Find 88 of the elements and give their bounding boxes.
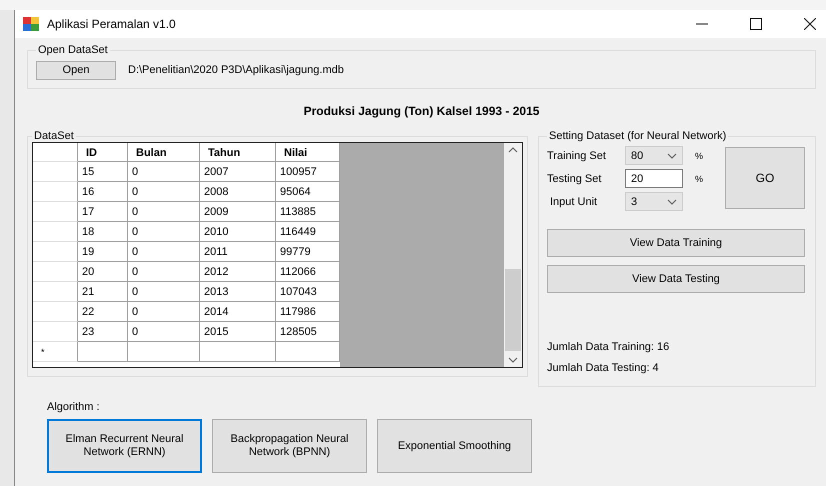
text-field[interactable]: 20 (624, 169, 683, 188)
dropdown[interactable]: 80 (624, 146, 683, 165)
table-cell: 2015 (200, 322, 276, 342)
table-cell: 15 (78, 162, 128, 182)
row-header[interactable] (33, 202, 78, 222)
table-cell: 112066 (276, 262, 340, 282)
table-cell: 2011 (200, 242, 276, 262)
table-cell: 2013 (200, 282, 276, 302)
row-header[interactable] (33, 322, 78, 342)
table-cell: 2009 (200, 202, 276, 222)
table-cell: 2014 (200, 302, 276, 322)
table-cell: 0 (128, 182, 200, 202)
window-title: Aplikasi Peramalan v1.0 (47, 17, 176, 31)
table-cell: 23 (78, 322, 128, 342)
table-cell: 2012 (200, 262, 276, 282)
view-data-button[interactable]: View Data Training (546, 229, 805, 257)
table-cell: 19 (78, 242, 128, 262)
group-title: Open DataSet (37, 44, 109, 56)
row-header[interactable] (33, 222, 78, 242)
table-cell: 107043 (276, 282, 340, 302)
table-cell: 22 (78, 302, 128, 322)
scroll-up-icon[interactable] (508, 147, 518, 153)
row-header[interactable] (33, 182, 78, 202)
row-header[interactable] (33, 302, 78, 322)
table-cell: 99779 (276, 242, 340, 262)
algorithm-button[interactable]: Elman Recurrent Neural Network (ERNN) (47, 419, 202, 473)
table-cell: 0 (128, 302, 200, 322)
count-label: Jumlah Data Training: 16 (546, 341, 670, 353)
table-cell: 2008 (200, 182, 276, 202)
field-label: Training Set (546, 150, 607, 162)
open-button[interactable]: Open (36, 60, 116, 80)
row-header[interactable] (33, 242, 78, 262)
chevron-down-icon (666, 152, 677, 158)
table-cell: 0 (128, 262, 200, 282)
dropdown[interactable]: 3 (624, 192, 683, 211)
percent-label: % (694, 150, 703, 160)
close-icon[interactable] (804, 18, 816, 30)
go-button[interactable]: GO (725, 147, 805, 209)
field-label: Input Unit (548, 196, 598, 208)
view-data-button[interactable]: View Data Testing (546, 265, 805, 293)
table-cell: 113885 (276, 202, 340, 222)
row-header[interactable]: * (33, 342, 78, 362)
count-label: Jumlah Data Testing: 4 (546, 362, 660, 374)
column-header[interactable]: Nilai (276, 143, 340, 162)
table-cell: 116449 (276, 222, 340, 242)
table-cell: 16 (78, 182, 128, 202)
algorithm-label: Algorithm : (47, 401, 101, 413)
column-header[interactable]: Bulan (128, 143, 200, 162)
file-path: D:\Penelitian\2020 P3D\Aplikasi\jagung.mdb (128, 64, 344, 76)
scroll-down-icon[interactable] (508, 357, 518, 363)
table-cell: 18 (78, 222, 128, 242)
scrollbar[interactable] (504, 143, 522, 367)
app-icon (23, 17, 39, 31)
algorithm-button[interactable]: Backpropagation Neural Network (BPNN) (212, 419, 367, 473)
maximize-icon[interactable] (750, 18, 762, 30)
table-cell: 0 (128, 242, 200, 262)
dataset-heading: Produksi Jagung (Ton) Kalsel 1993 - 2015 (304, 104, 540, 118)
table-cell[interactable] (128, 342, 200, 362)
row-header[interactable] (33, 262, 78, 282)
column-header[interactable]: ID (78, 143, 128, 162)
group-title: Setting Dataset (for Neural Network) (548, 130, 728, 142)
table-cell: 20 (78, 262, 128, 282)
table-cell[interactable] (200, 342, 276, 362)
table-cell: 100957 (276, 162, 340, 182)
table-cell: 0 (128, 222, 200, 242)
row-header[interactable] (33, 282, 78, 302)
group-title: DataSet (33, 130, 75, 142)
table-cell: 0 (128, 322, 200, 342)
table-cell: 0 (128, 202, 200, 222)
table-cell: 17 (78, 202, 128, 222)
algorithm-button[interactable]: Exponential Smoothing (377, 419, 532, 473)
data-grid[interactable]: ID Bulan Tahun Nilai 15 0 2007 100957 16 0 2008 95064 17 0 2009 113885 18 0 2010 116449 19 0 2011 99779 20 0 2012 112066 21 0 2013 107043 22 0 2014 117986 23 0 2015 128505 * (32, 142, 523, 368)
table-cell: 128505 (276, 322, 340, 342)
table-cell: 95064 (276, 182, 340, 202)
chevron-down-icon (666, 198, 677, 204)
table-cell: 2007 (200, 162, 276, 182)
field-label: Testing Set (546, 172, 602, 184)
percent-label: % (694, 174, 703, 184)
row-header[interactable] (33, 162, 78, 182)
table-cell: 21 (78, 282, 128, 302)
table-cell[interactable] (78, 342, 128, 362)
table-cell: 0 (128, 162, 200, 182)
table-cell: 117986 (276, 302, 340, 322)
table-cell: 2010 (200, 222, 276, 242)
table-cell: 0 (128, 282, 200, 302)
column-header[interactable]: Tahun (200, 143, 276, 162)
table-cell[interactable] (276, 342, 340, 362)
header-corner[interactable] (33, 143, 78, 162)
